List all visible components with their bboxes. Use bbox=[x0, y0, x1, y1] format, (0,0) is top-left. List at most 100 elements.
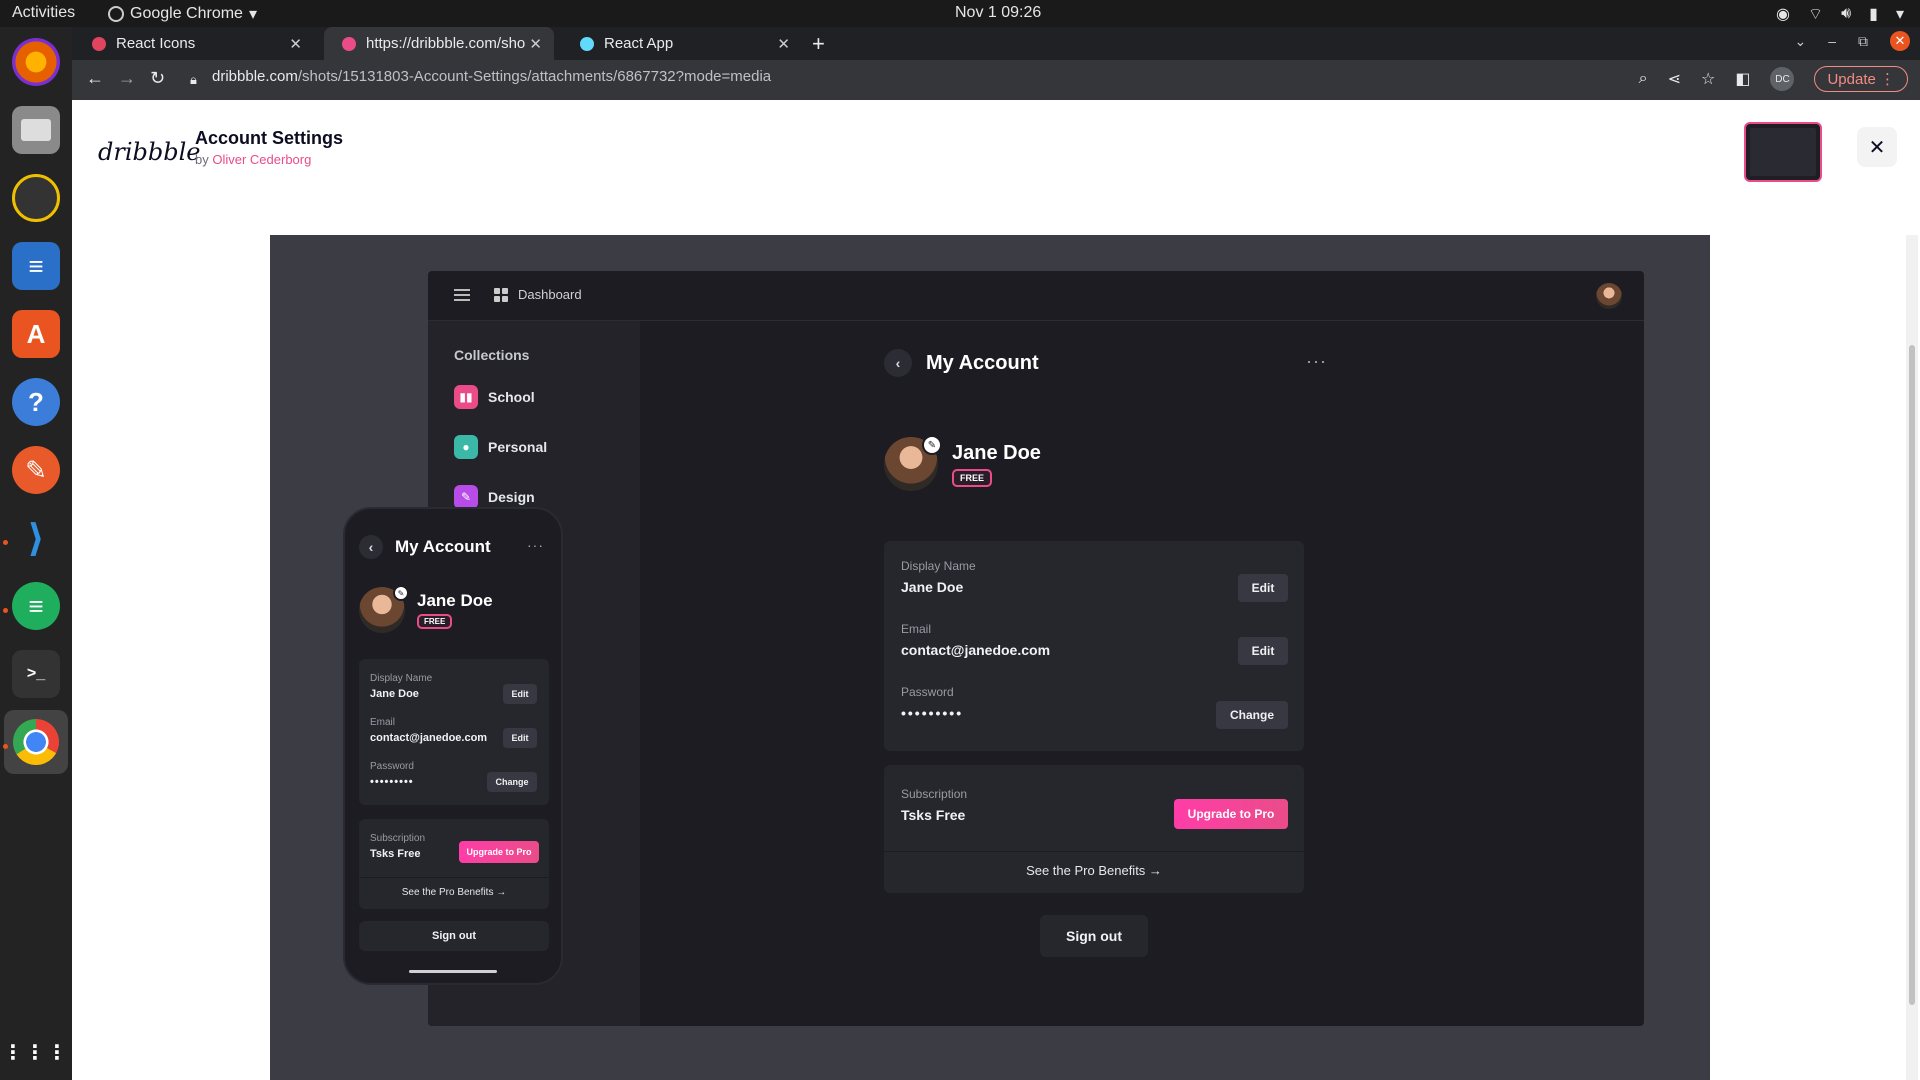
tab-dribbble[interactable]: https://dribbble.com/sho ✕ bbox=[324, 27, 554, 60]
close-button[interactable]: ✕ bbox=[1857, 127, 1897, 167]
edit-avatar-icon: ✎ bbox=[922, 435, 942, 455]
profile-block: ✎ Jane Doe FREE bbox=[359, 585, 493, 633]
subscription-card: Subscription Tsks Free Upgrade to Pro Se… bbox=[359, 819, 549, 909]
app-grid-icon[interactable]: ⋮⋮⋮ bbox=[3, 1028, 67, 1076]
system-tray[interactable]: ◉ ⌔ 🔊︎ ▮ ▾ bbox=[1776, 4, 1904, 24]
zoom-icon[interactable]: ⌕ bbox=[1639, 70, 1648, 88]
account-title: My Account bbox=[926, 351, 1039, 374]
field-label: Display Name bbox=[901, 559, 976, 573]
firefox-icon[interactable] bbox=[12, 38, 60, 86]
postman-icon[interactable]: ✎ bbox=[12, 446, 60, 494]
profile-name: Jane Doe bbox=[417, 591, 493, 610]
forward-icon[interactable]: → bbox=[118, 68, 136, 89]
chrome-icon bbox=[108, 6, 124, 22]
toolbar-actions: ⌕ ⋖ ☆ ◧ DC Update ⋮ bbox=[1639, 66, 1908, 92]
pro-benefits-link: See the Pro Benefits → bbox=[1026, 863, 1162, 878]
vscode-icon[interactable]: ⟩ bbox=[12, 514, 60, 562]
collection-item-personal: ● Personal bbox=[454, 435, 547, 459]
close-icon[interactable]: ✕ bbox=[777, 35, 790, 53]
plan-badge: FREE bbox=[952, 468, 993, 487]
profile-fields-card: Display Name Jane Doe Edit Email contact… bbox=[359, 659, 549, 805]
collection-label: Design bbox=[488, 489, 535, 505]
lock-icon[interactable]: 🔒︎ bbox=[190, 72, 197, 88]
back-icon[interactable]: ← bbox=[86, 68, 104, 89]
shot-header: dribbble Account Settings by Oliver Cede… bbox=[72, 100, 1920, 207]
tab-react-icons[interactable]: React Icons ✕ bbox=[74, 27, 314, 60]
system-top-bar: Activities Google Chrome ▾ Nov 1 09:26 ◉… bbox=[0, 0, 1920, 27]
minimize-icon[interactable]: – bbox=[1828, 33, 1836, 49]
bookmark-star-icon[interactable]: ☆ bbox=[1701, 69, 1715, 89]
shot-title: Account Settings bbox=[195, 128, 344, 148]
pencil-icon: ✎ bbox=[454, 485, 478, 509]
collection-item-design: ✎ Design bbox=[454, 485, 535, 509]
dribbble-logo[interactable]: dribbble bbox=[98, 138, 200, 166]
subscription-card: Subscription Tsks Free Upgrade to Pro Se… bbox=[884, 765, 1304, 893]
account-header: ‹ My Account bbox=[884, 349, 1039, 377]
avatar bbox=[1596, 283, 1622, 309]
close-window-icon[interactable]: ✕ bbox=[1890, 31, 1910, 51]
field-value: Jane Doe bbox=[901, 579, 964, 595]
browser-window: React Icons ✕ https://dribbble.com/sho ✕… bbox=[72, 27, 1920, 1080]
change-password-button: Change bbox=[487, 772, 537, 792]
side-panel-icon[interactable]: ◧ bbox=[1735, 69, 1750, 89]
edit-email-button: Edit bbox=[1238, 637, 1288, 665]
web-page: dribbble Account Settings by Oliver Cede… bbox=[72, 100, 1920, 1080]
scrollbar-thumb[interactable] bbox=[1909, 345, 1915, 1005]
field-label: Password bbox=[370, 761, 414, 772]
chat-icon[interactable]: ≡ bbox=[12, 582, 60, 630]
app-menu[interactable]: Google Chrome ▾ bbox=[108, 4, 257, 24]
by-prefix: by bbox=[195, 152, 209, 167]
person-icon: ● bbox=[454, 435, 478, 459]
running-indicator bbox=[3, 608, 8, 613]
update-button[interactable]: Update ⋮ bbox=[1814, 66, 1908, 92]
mockup-top-bar: Dashboard bbox=[428, 271, 1644, 321]
account-title: My Account bbox=[395, 537, 491, 556]
reload-icon[interactable]: ↻ bbox=[150, 68, 165, 89]
help-icon[interactable]: ? bbox=[12, 378, 60, 426]
edit-email-button: Edit bbox=[503, 728, 537, 748]
sign-out-button: Sign out bbox=[359, 921, 549, 951]
clock[interactable]: Nov 1 09:26 bbox=[955, 4, 1041, 22]
field-value: Jane Doe bbox=[370, 688, 419, 700]
address-bar[interactable]: dribbble.com/shots/15131803-Account-Sett… bbox=[212, 68, 771, 85]
wifi-icon: ⌔ bbox=[1808, 6, 1824, 23]
author-link[interactable]: Oliver Cederborg bbox=[212, 152, 311, 167]
desktop-mockup: Dashboard Collections ▮▮ School ● Person… bbox=[428, 271, 1644, 1026]
writer-icon[interactable]: ≡ bbox=[12, 242, 60, 290]
field-label: Email bbox=[370, 717, 396, 728]
software-icon[interactable]: A bbox=[12, 310, 60, 358]
toolbar: ← → ↻ 🔒︎ dribbble.com/shots/15131803-Acc… bbox=[72, 60, 1920, 100]
divider bbox=[359, 877, 549, 878]
share-icon[interactable]: ⋖ bbox=[1668, 69, 1681, 89]
chevron-down-icon: ▾ bbox=[248, 6, 257, 23]
book-icon: ▮▮ bbox=[454, 385, 478, 409]
subscription-value: Tsks Free bbox=[901, 807, 966, 823]
field-value: contact@janedoe.com bbox=[901, 642, 1051, 658]
files-icon[interactable] bbox=[12, 106, 60, 154]
edit-name-button: Edit bbox=[503, 684, 537, 704]
react-favicon bbox=[580, 36, 594, 51]
profile-avatar[interactable]: DC bbox=[1770, 67, 1795, 91]
edit-name-button: Edit bbox=[1238, 574, 1288, 602]
field-label: Password bbox=[901, 685, 954, 699]
tab-title: React App bbox=[604, 35, 674, 52]
restore-icon[interactable]: ⧉ bbox=[1858, 33, 1868, 50]
react-icons-favicon bbox=[92, 36, 106, 51]
terminal-icon[interactable]: >_ bbox=[12, 650, 60, 698]
rhythmbox-icon[interactable] bbox=[12, 174, 60, 222]
field-label: Display Name bbox=[370, 673, 433, 684]
chrome-dock-icon[interactable] bbox=[4, 710, 68, 774]
new-tab-button[interactable]: + bbox=[812, 31, 825, 57]
menu-icon bbox=[454, 289, 470, 301]
back-icon: ‹ bbox=[884, 349, 912, 377]
page-scrollbar[interactable] bbox=[1906, 235, 1918, 1080]
close-icon[interactable]: ✕ bbox=[289, 35, 302, 53]
attachment-thumbnail[interactable] bbox=[1744, 122, 1822, 182]
tab-react-app[interactable]: React App ✕ bbox=[562, 27, 802, 60]
upgrade-button: Upgrade to Pro bbox=[1174, 799, 1288, 829]
activities-button[interactable]: Activities bbox=[12, 4, 75, 22]
edit-avatar-icon: ✎ bbox=[393, 585, 409, 601]
tab-search-icon[interactable]: ⌄ bbox=[1794, 33, 1806, 50]
chevron-down-icon: ▾ bbox=[1895, 6, 1904, 23]
close-icon[interactable]: ✕ bbox=[529, 35, 542, 53]
